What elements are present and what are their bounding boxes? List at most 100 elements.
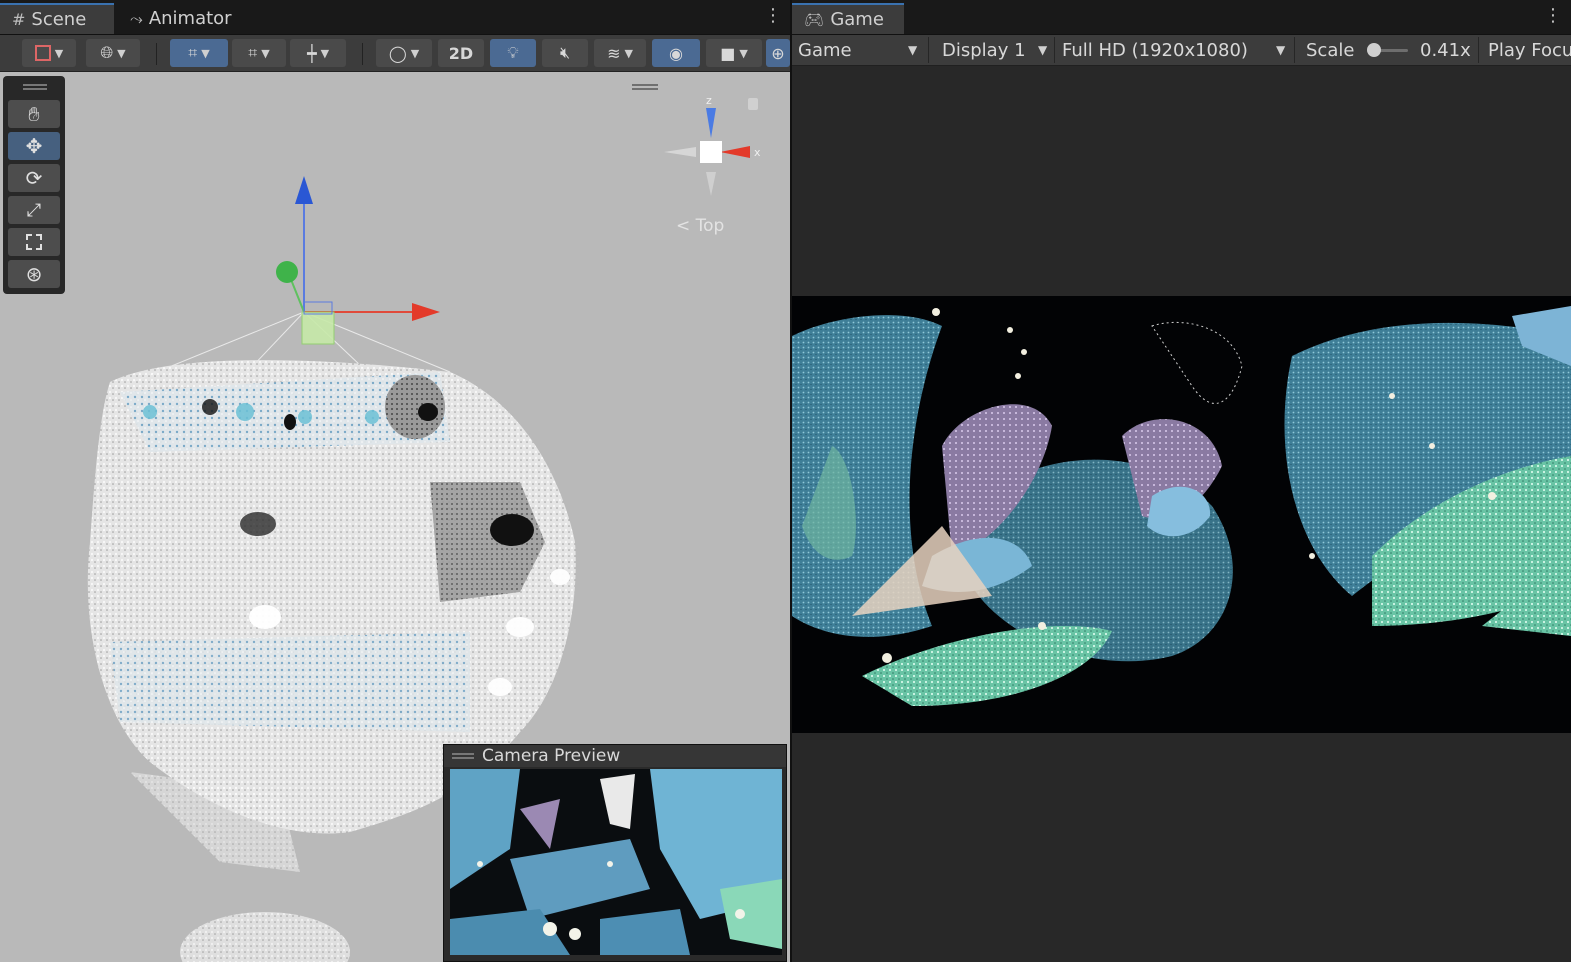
chevron-down-icon: ▼ — [320, 46, 330, 60]
rotate-tool-button[interactable]: ⟳ — [8, 164, 60, 192]
globe-icon: 🌐︎ — [100, 43, 114, 62]
mode-2d-button[interactable]: 2D — [438, 39, 484, 67]
camera-icon: ■ — [720, 43, 736, 63]
grip-icon — [452, 753, 474, 759]
pivot-icon — [34, 45, 51, 61]
tab-animator-label: Animator — [148, 8, 232, 29]
tab-game-label: Game — [830, 9, 884, 30]
transform-icon: ⊛ — [25, 262, 43, 286]
lighting-toggle[interactable]: 💡︎ — [490, 39, 536, 67]
resolution-dropdown[interactable]: Full HD (1920x1080) ▼ — [1062, 35, 1288, 65]
hand-icon: ✋︎ — [28, 102, 40, 126]
mode-2d-label: 2D — [448, 43, 474, 63]
scale-tool-button[interactable]: ⤢ — [8, 196, 60, 224]
sphere-shading-icon: ◯ — [388, 43, 407, 63]
lightbulb-icon: 💡︎ — [507, 43, 519, 62]
play-focus-dropdown[interactable]: Play Focu — [1488, 35, 1571, 65]
overlay-grip[interactable] — [632, 84, 658, 90]
scale-value: 0.41x — [1420, 39, 1471, 61]
display-dropdown[interactable]: Display 1 ▼ — [942, 35, 1050, 65]
chevron-down-icon: ▼ — [54, 46, 64, 60]
gizmos-button[interactable]: ⊕ — [766, 39, 790, 67]
toolbar-separator — [362, 43, 363, 65]
effects-button[interactable]: ≋ ▼ — [594, 39, 646, 67]
hand-tool-button[interactable]: ✋︎ — [8, 100, 60, 128]
chevron-down-icon: ▼ — [201, 46, 210, 60]
tools-overlay: ✋︎ ✥ ⟳ ⤢ ⊛ — [3, 76, 65, 294]
resolution-value: Full HD (1920x1080) — [1062, 39, 1248, 61]
chevron-left-icon: < — [676, 216, 691, 236]
rotate-icon: ⟳ — [25, 166, 43, 190]
move-arrows-icon: ✥ — [25, 134, 43, 158]
play-focus-value: Play Focu — [1488, 39, 1571, 61]
gamepad-icon: 🎮︎ — [804, 10, 825, 29]
display-value: Display 1 — [942, 39, 1026, 61]
chevron-down-icon: ▼ — [624, 46, 633, 60]
toolbar-separator — [1054, 37, 1055, 63]
scene-toolbar: ▼ 🌐︎ ▼ ⌗ ▼ ⌗ ▼ ┿ ▼ ◯ ▼ 2D 💡︎ � — [0, 35, 790, 72]
tab-animator[interactable]: ⤳ Animator — [118, 3, 248, 34]
scene-more-icon[interactable]: ⋮ — [764, 7, 782, 25]
scale-slider[interactable] — [1366, 35, 1412, 65]
increment-snap-button[interactable]: ⌗ ▼ — [232, 39, 286, 67]
tab-game[interactable]: 🎮︎ Game — [792, 3, 904, 34]
chevron-down-icon: ▼ — [908, 43, 918, 57]
toolbar-separator — [928, 37, 929, 63]
camera-preview-image — [450, 769, 782, 955]
scene-panel: # Scene ⤳ Animator ⋮ ▼ 🌐︎ ▼ ⌗ ▼ ⌗ ▼ ┿ ▼ — [0, 0, 790, 962]
gizmo-z-label: z — [706, 94, 712, 107]
view-orientation-label[interactable]: < Top — [676, 216, 724, 236]
chevron-down-icon: ▼ — [261, 46, 270, 60]
transform-gizmo[interactable] — [276, 176, 440, 345]
chevron-down-icon: ▼ — [410, 46, 420, 60]
toolbar-separator — [1294, 37, 1295, 63]
move-tool-button[interactable]: ✥ — [8, 132, 60, 160]
toolbar-separator — [156, 43, 157, 65]
toolbar-separator — [1478, 37, 1479, 63]
layers-icon: ≋ — [607, 43, 621, 63]
grid-snap-button[interactable]: ⌗ ▼ — [170, 39, 228, 67]
game-render-image — [792, 296, 1571, 733]
chevron-down-icon: ▼ — [739, 46, 748, 60]
ruler-button[interactable]: ┿ ▼ — [290, 39, 346, 67]
game-panel: 🎮︎ Game ⋮ Game ▼ Display 1 ▼ Full HD (19… — [792, 0, 1571, 962]
chevron-down-icon: ▼ — [1038, 43, 1048, 57]
tools-grip[interactable] — [23, 84, 47, 90]
animator-icon: ⤳ — [130, 8, 143, 28]
scale-icon: ⤢ — [26, 199, 42, 221]
tab-scene-label: Scene — [31, 9, 87, 30]
orientation-text: Top — [695, 216, 725, 236]
transform-tool-button[interactable]: ⊛ — [8, 260, 60, 288]
tool-handle-button[interactable]: ▼ — [22, 39, 76, 67]
gizmo-x-label: x — [754, 146, 761, 159]
visibility-toggle[interactable]: ◉ — [652, 39, 700, 67]
camera-preview-window: Camera Preview — [443, 744, 787, 962]
ruler-icon: ┿ — [306, 43, 317, 63]
global-local-button[interactable]: 🌐︎ ▼ — [86, 39, 140, 67]
scale-slider-knob[interactable] — [1367, 43, 1381, 57]
game-render-view[interactable] — [792, 296, 1571, 733]
game-tabbar: 🎮︎ Game ⋮ — [792, 0, 1571, 35]
eye-hidden-icon: ◉ — [669, 43, 683, 63]
grid-snap-icon: ⌗ — [188, 43, 198, 62]
tab-scene[interactable]: # Scene — [0, 3, 114, 34]
rect-tool-button[interactable] — [8, 228, 60, 256]
scale-label: Scale — [1306, 39, 1355, 61]
gizmo-icon: ⊕ — [771, 43, 785, 63]
snap-increment-icon: ⌗ — [248, 43, 258, 62]
game-mode-value: Game — [798, 39, 852, 61]
lock-icon[interactable] — [748, 98, 758, 110]
chevron-down-icon: ▼ — [1276, 43, 1286, 57]
game-mode-dropdown[interactable]: Game ▼ — [798, 35, 922, 65]
game-more-icon[interactable]: ⋮ — [1544, 7, 1562, 25]
chevron-down-icon: ▼ — [117, 46, 126, 60]
audio-toggle[interactable]: 🔇︎ — [542, 39, 588, 67]
shading-mode-button[interactable]: ◯ ▼ — [376, 39, 432, 67]
camera-settings-button[interactable]: ■ ▼ — [706, 39, 762, 67]
hash-grid-icon: # — [12, 10, 26, 29]
game-toolbar: Game ▼ Display 1 ▼ Full HD (1920x1080) ▼… — [792, 35, 1571, 66]
scene-tabbar: # Scene ⤳ Animator ⋮ — [0, 0, 790, 35]
camera-preview-title: Camera Preview — [482, 746, 621, 766]
camera-preview-header[interactable]: Camera Preview — [444, 745, 786, 767]
rect-transform-icon — [26, 234, 42, 250]
